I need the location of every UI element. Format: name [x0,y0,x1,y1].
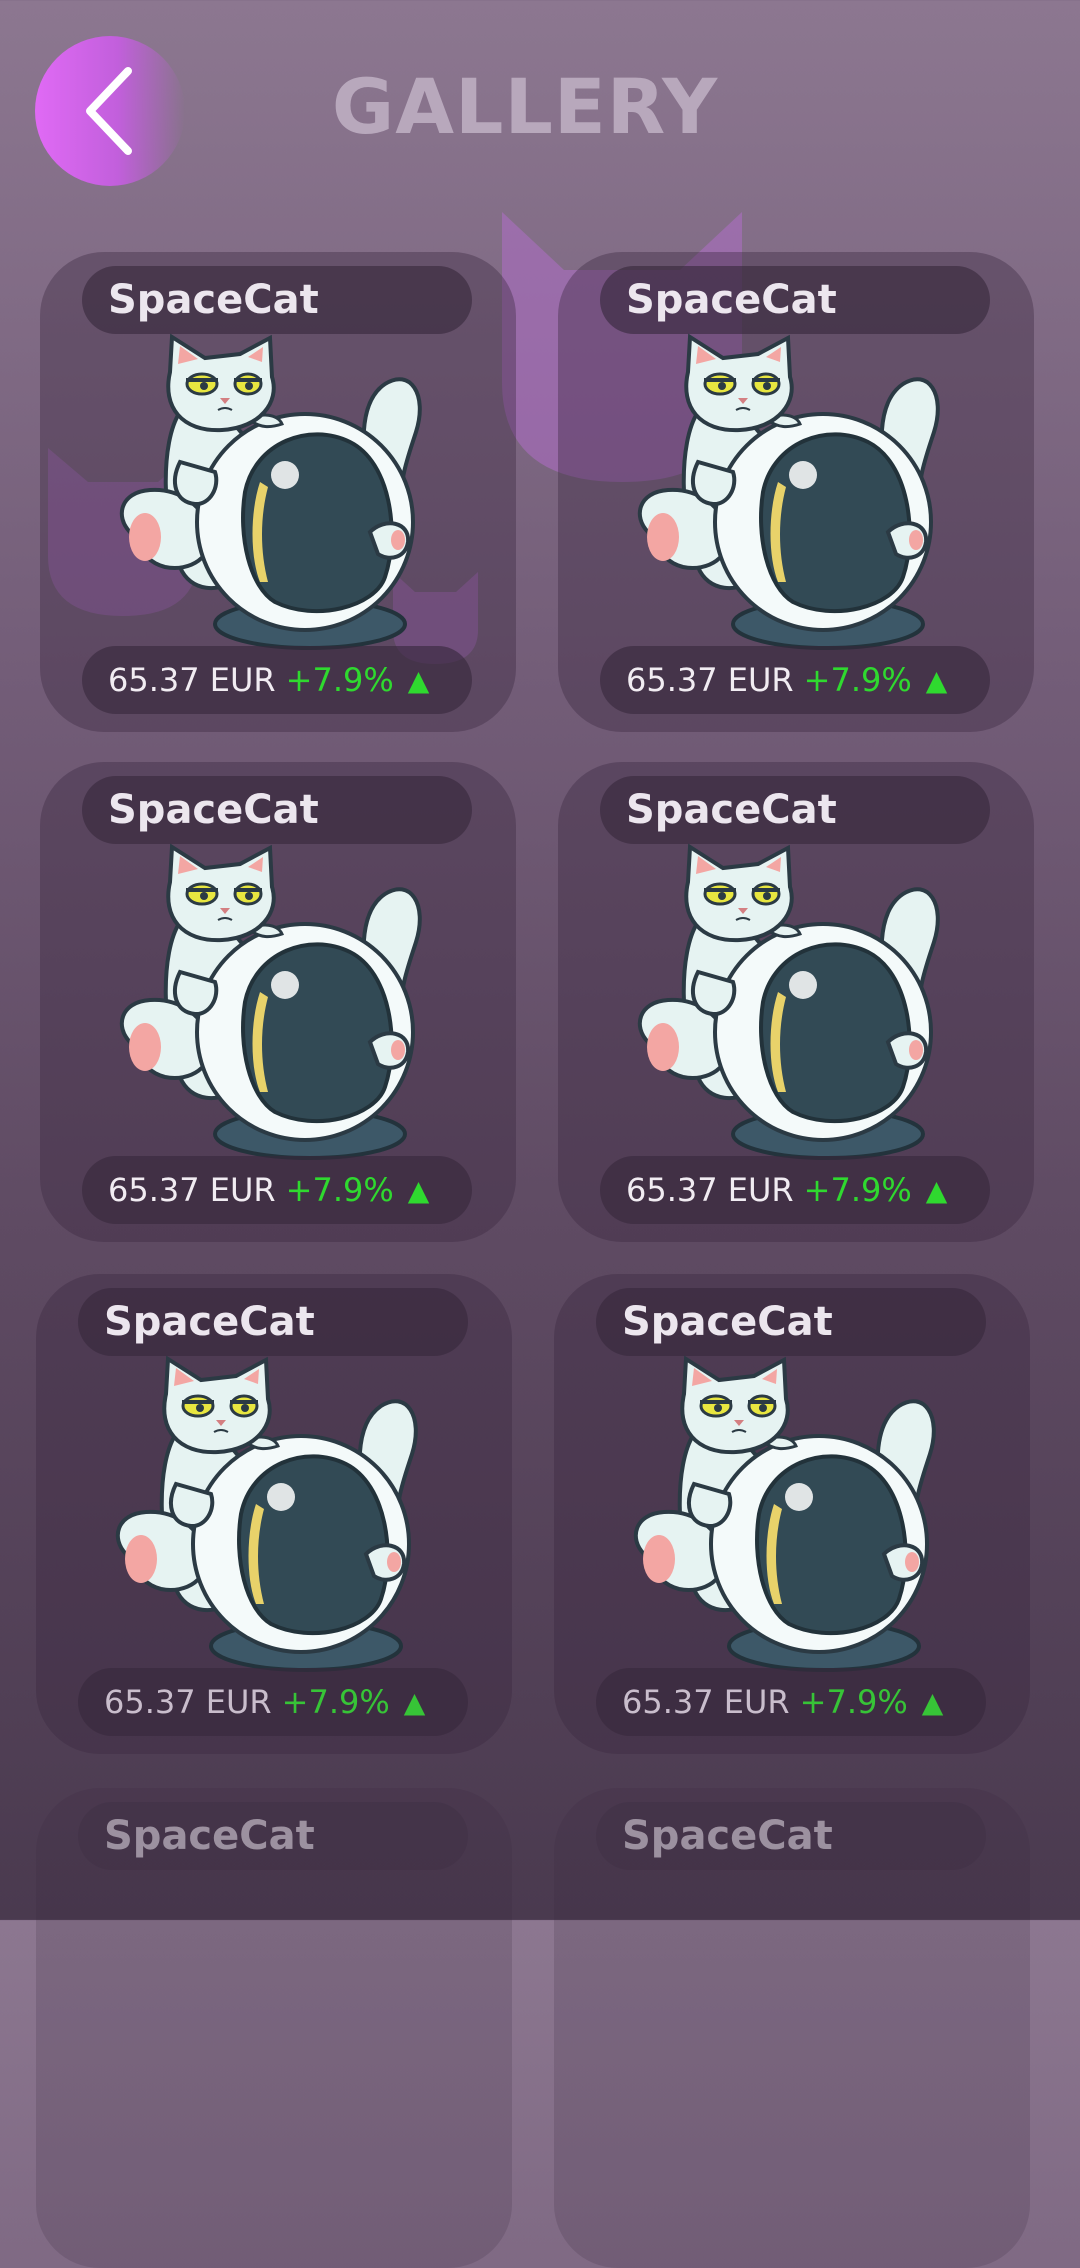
spacecat-artwork [628,842,958,1162]
price-value: 65.37 EUR [108,1171,276,1209]
spacecat-artwork [110,332,440,652]
spacecat-artwork [110,842,440,1162]
item-name: SpaceCat [82,776,472,844]
spacecat-artwork [106,1354,436,1674]
triangle-up-icon: ▲ [921,1685,944,1719]
price-change: +7.9% [285,661,394,699]
price-value: 65.37 EUR [104,1683,272,1721]
spacecat-artwork [624,1354,954,1674]
page-title: GALLERY [331,62,719,151]
price-change: +7.9% [803,661,912,699]
price-value: 65.37 EUR [108,661,276,699]
price-value: 65.37 EUR [626,1171,794,1209]
item-name: SpaceCat [78,1288,468,1356]
nft-card[interactable]: SpaceCat 65.37 EUR +7.9% ▲ [558,762,1034,1242]
item-name: SpaceCat [600,776,990,844]
triangle-up-icon: ▲ [925,663,948,697]
price-value: 65.37 EUR [622,1683,790,1721]
triangle-up-icon: ▲ [925,1173,948,1207]
nft-card[interactable]: SpaceCat 65.37 EUR +7.9% ▲ [558,252,1034,732]
triangle-up-icon: ▲ [403,1685,426,1719]
price-change: +7.9% [285,1171,394,1209]
item-name: SpaceCat [596,1288,986,1356]
nft-card[interactable]: SpaceCat 65.37 EUR +7.9% ▲ [36,1274,512,1754]
item-name: SpaceCat [78,1802,468,1870]
price-pill: 65.37 EUR +7.9% ▲ [82,1156,472,1224]
price-pill: 65.37 EUR +7.9% ▲ [600,1156,990,1224]
price-value: 65.37 EUR [626,661,794,699]
triangle-up-icon: ▲ [407,1173,430,1207]
price-pill: 65.37 EUR +7.9% ▲ [596,1668,986,1736]
price-change: +7.9% [799,1683,908,1721]
nft-card[interactable]: SpaceCat 65.37 EUR +7.9% ▲ [40,762,516,1242]
nft-card[interactable]: SpaceCat 65.37 EUR +7.9% ▲ [554,1274,1030,1754]
price-pill: 65.37 EUR +7.9% ▲ [600,646,990,714]
nft-card[interactable]: SpaceCat [554,1788,1030,2268]
nft-card[interactable]: SpaceCat [36,1788,512,2268]
item-name: SpaceCat [82,266,472,334]
nft-card[interactable]: SpaceCat 65.37 EUR +7.9% ▲ [40,252,516,732]
item-name: SpaceCat [596,1802,986,1870]
price-change: +7.9% [281,1683,390,1721]
price-change: +7.9% [803,1171,912,1209]
triangle-up-icon: ▲ [407,663,430,697]
spacecat-artwork [628,332,958,652]
item-name: SpaceCat [600,266,990,334]
price-pill: 65.37 EUR +7.9% ▲ [78,1668,468,1736]
price-pill: 65.37 EUR +7.9% ▲ [82,646,472,714]
